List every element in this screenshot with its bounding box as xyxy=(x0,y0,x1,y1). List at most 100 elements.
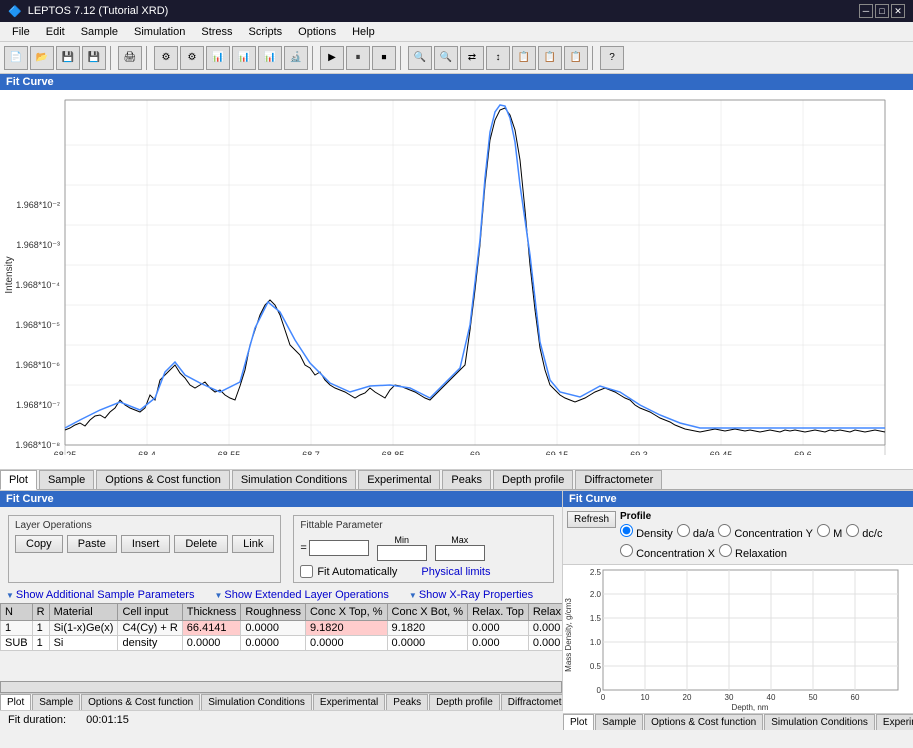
bottom-left-scrollbar[interactable] xyxy=(0,681,562,693)
menu-help[interactable]: Help xyxy=(344,24,383,40)
menu-edit[interactable]: Edit xyxy=(38,24,73,40)
toolbar-sep-4 xyxy=(400,46,404,70)
toolbar-btn-7[interactable]: 📊 xyxy=(258,46,282,70)
btab-experimental[interactable]: Experimental xyxy=(313,694,385,710)
toolbar-print[interactable]: 🖨 xyxy=(118,46,142,70)
radio-da-a[interactable] xyxy=(677,524,690,537)
tab-peaks[interactable]: Peaks xyxy=(442,470,491,489)
copy-button[interactable]: Copy xyxy=(15,535,63,553)
toolbar-btn-16[interactable]: 📋 xyxy=(512,46,536,70)
radio-dc-c-label[interactable]: dc/c xyxy=(846,524,882,540)
toolbar-btn-9[interactable]: ▶ xyxy=(320,46,344,70)
cell-relax-bot-0: 0.000 xyxy=(528,621,562,636)
cell-conc-top-0[interactable]: 9.1820 xyxy=(305,621,387,636)
paste-button[interactable]: Paste xyxy=(67,535,117,553)
toolbar-btn-15[interactable]: ↕ xyxy=(486,46,510,70)
menu-scripts[interactable]: Scripts xyxy=(241,24,291,40)
toolbar-new[interactable]: 📄 xyxy=(4,46,28,70)
toolbar-btn-8[interactable]: 🔬 xyxy=(284,46,308,70)
table-row[interactable]: 1 1 Si(1-x)Ge(x) C4(Cy) + R 66.4141 0.00… xyxy=(1,621,563,636)
toolbar-btn-14[interactable]: ⇄ xyxy=(460,46,484,70)
rbtab-experimental[interactable]: Experimental xyxy=(876,714,913,730)
menu-sample[interactable]: Sample xyxy=(73,24,126,40)
toolbar-btn-17[interactable]: 📋 xyxy=(538,46,562,70)
layer-table-scroll[interactable]: N R Material Cell input Thickness Roughn… xyxy=(0,603,562,679)
btab-plot[interactable]: Plot xyxy=(0,694,31,710)
tab-depth-profile[interactable]: Depth profile xyxy=(493,470,573,489)
radio-da-a-label[interactable]: da/a xyxy=(677,524,714,540)
maximize-button[interactable]: □ xyxy=(875,4,889,18)
radio-relax[interactable] xyxy=(719,544,732,557)
close-button[interactable]: ✕ xyxy=(891,4,905,18)
refresh-button[interactable]: Refresh xyxy=(567,511,616,528)
toolbar-btn-11[interactable]: ⏹ xyxy=(372,46,396,70)
show-xray-props-link[interactable]: Show X-Ray Properties xyxy=(409,589,533,601)
col-cell-input: Cell input xyxy=(118,604,182,621)
cell-thickness-0[interactable]: 66.4141 xyxy=(182,621,241,636)
btab-peaks[interactable]: Peaks xyxy=(386,694,428,710)
radio-dc-c[interactable] xyxy=(846,524,859,537)
btab-options[interactable]: Options & Cost function xyxy=(81,694,200,710)
toolbar-btn-12[interactable]: 🔍 xyxy=(408,46,432,70)
rbtab-options[interactable]: Options & Cost function xyxy=(644,714,763,730)
toolbar-btn-3[interactable]: ⚙ xyxy=(154,46,178,70)
radio-conc-x[interactable] xyxy=(620,544,633,557)
tab-sample[interactable]: Sample xyxy=(39,470,94,489)
show-additional-params-link[interactable]: Show Additional Sample Parameters xyxy=(6,589,194,601)
physical-limits-link[interactable]: Physical limits xyxy=(421,566,490,578)
tab-experimental[interactable]: Experimental xyxy=(358,470,440,489)
toolbar-save[interactable]: 💾 xyxy=(56,46,80,70)
tab-diffractometer[interactable]: Diffractometer xyxy=(575,470,662,489)
table-row[interactable]: SUB 1 Si density 0.0000 0.0000 0.0000 0.… xyxy=(1,636,563,651)
max-input[interactable] xyxy=(435,545,485,561)
toolbar-btn-18[interactable]: 📋 xyxy=(564,46,588,70)
radio-m-label[interactable]: M xyxy=(817,524,842,540)
insert-button[interactable]: Insert xyxy=(121,535,171,553)
toolbar-btn-4[interactable]: ⚙ xyxy=(180,46,204,70)
rbtab-plot[interactable]: Plot xyxy=(563,714,594,730)
tab-sim-conditions[interactable]: Simulation Conditions xyxy=(232,470,356,489)
radio-density-label[interactable]: Density xyxy=(620,524,673,540)
delete-button[interactable]: Delete xyxy=(174,535,228,553)
cell-n-1: SUB xyxy=(1,636,33,651)
show-extended-ops-link[interactable]: Show Extended Layer Operations xyxy=(214,589,388,601)
rbtab-sample[interactable]: Sample xyxy=(595,714,643,730)
toolbar-btn-13[interactable]: 🔍 xyxy=(434,46,458,70)
tab-plot[interactable]: Plot xyxy=(0,470,37,490)
radio-conc-y[interactable] xyxy=(718,524,731,537)
fittable-value-input[interactable] xyxy=(309,540,369,556)
toolbar-open[interactable]: 📂 xyxy=(30,46,54,70)
menu-file[interactable]: File xyxy=(4,24,38,40)
svg-text:69.3: 69.3 xyxy=(630,450,648,455)
minimize-button[interactable]: ─ xyxy=(859,4,873,18)
cell-conc-bot-0: 9.1820 xyxy=(387,621,468,636)
menu-simulation[interactable]: Simulation xyxy=(126,24,193,40)
btab-sim-cond[interactable]: Simulation Conditions xyxy=(201,694,312,710)
radio-conc-y-label[interactable]: Concentration Y xyxy=(718,524,813,540)
toolbar-save-as[interactable]: 💾 xyxy=(82,46,106,70)
cell-conc-bot-1: 0.0000 xyxy=(387,636,468,651)
radio-conc-x-label[interactable]: Concentration X xyxy=(620,544,715,560)
toolbar-btn-5[interactable]: 📊 xyxy=(206,46,230,70)
fittable-equals: = xyxy=(300,542,306,554)
profile-label: Profile xyxy=(620,511,909,522)
radio-relax-label[interactable]: Relaxation xyxy=(719,544,787,560)
svg-text:69: 69 xyxy=(470,450,480,455)
menu-options[interactable]: Options xyxy=(290,24,344,40)
link-button[interactable]: Link xyxy=(232,535,274,553)
btab-diffractometer[interactable]: Diffractometer xyxy=(501,694,563,710)
svg-text:1.0: 1.0 xyxy=(590,638,602,647)
fit-auto-checkbox[interactable] xyxy=(300,565,313,578)
tab-options[interactable]: Options & Cost function xyxy=(96,470,230,489)
svg-text:68.7: 68.7 xyxy=(302,450,320,455)
radio-m[interactable] xyxy=(817,524,830,537)
rbtab-sim-cond[interactable]: Simulation Conditions xyxy=(764,714,875,730)
toolbar-btn-6[interactable]: 📊 xyxy=(232,46,256,70)
toolbar-btn-10[interactable]: ⏸ xyxy=(346,46,370,70)
toolbar-btn-19[interactable]: ? xyxy=(600,46,624,70)
menu-stress[interactable]: Stress xyxy=(193,24,240,40)
min-input[interactable] xyxy=(377,545,427,561)
radio-density[interactable] xyxy=(620,524,633,537)
btab-depth-profile[interactable]: Depth profile xyxy=(429,694,500,710)
btab-sample[interactable]: Sample xyxy=(32,694,80,710)
